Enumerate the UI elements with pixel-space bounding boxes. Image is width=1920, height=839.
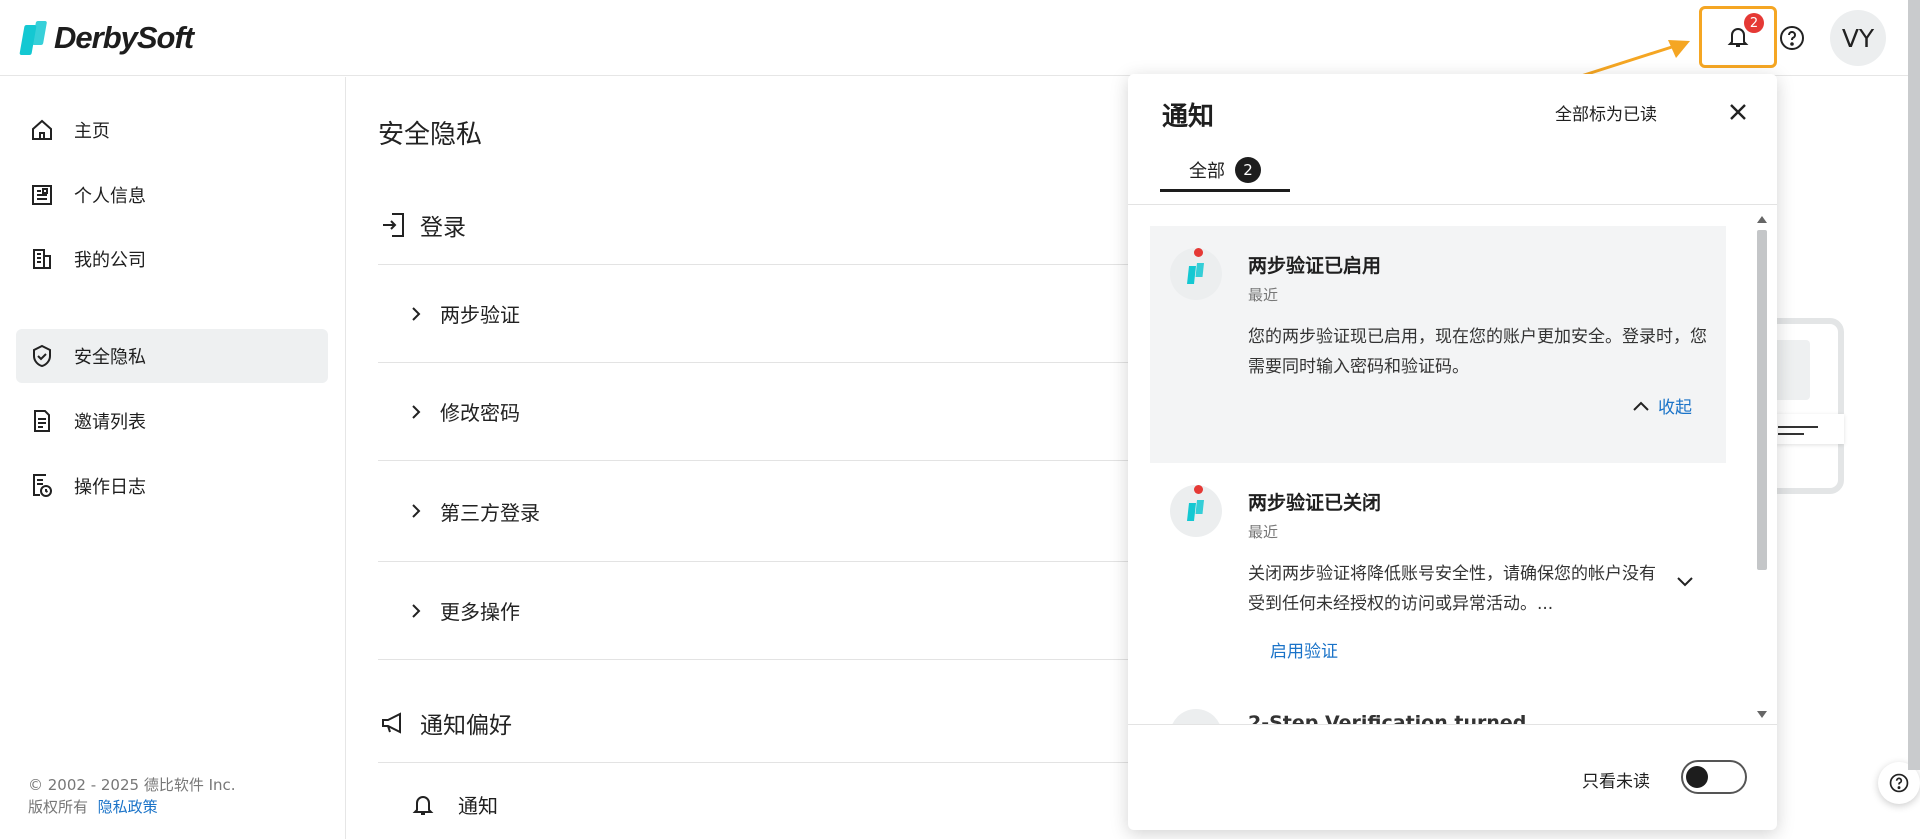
row-two-step-verification[interactable]: 两步验证 [378, 265, 1138, 363]
login-icon [383, 213, 404, 237]
home-icon [32, 119, 52, 140]
chevron-right-icon [412, 306, 421, 321]
panel-title: 通知 [1162, 102, 1215, 132]
brand-mark-icon [1187, 263, 1204, 284]
notify-section-header: 通知偏好 [380, 706, 512, 740]
sidebar-item-company[interactable]: 我的公司 [16, 232, 328, 286]
sidebar-item-label: 操作日志 [74, 477, 146, 498]
close-panel-button[interactable] [1727, 101, 1749, 123]
scroll-thumb[interactable] [1757, 230, 1767, 570]
notification-body: 关闭两步验证将降低账号安全性，请确保您的帐户没有受到任何未经授权的访问或异常活动… [1248, 564, 1656, 614]
notification-panel: 通知 全部标为已读 全部 2 两步验证已启用 最近 您的两步验证现已启用，现在您… [1128, 74, 1777, 830]
illustration-line [1778, 426, 1818, 428]
rights-text: 版权所有 [28, 798, 89, 816]
divider [378, 762, 1138, 763]
chevron-down-icon [1677, 577, 1693, 587]
row-notification-settings[interactable]: 通知 [412, 790, 498, 819]
tab-count-badge: 2 [1235, 156, 1261, 183]
sidebar-item-logs[interactable]: 操作日志 [16, 459, 328, 513]
collapse-label: 收起 [1658, 398, 1692, 418]
chevron-right-icon [412, 404, 421, 419]
unread-only-label: 只看未读 [1582, 772, 1650, 792]
chevron-up-icon [1633, 401, 1649, 411]
notification-title: 两步验证已启用 [1248, 255, 1382, 277]
sidebar-item-label: 邀请列表 [74, 412, 146, 433]
copyright-text: © 2002 - 2025 德比软件 Inc. [28, 776, 236, 794]
sidebar-item-security[interactable]: 安全隐私 [16, 329, 328, 383]
notify-section-title: 通知偏好 [420, 713, 512, 739]
brand-name: DerbySoft [54, 20, 194, 55]
bell-icon [412, 795, 434, 815]
row-label: 修改密码 [440, 401, 520, 425]
sidebar-item-profile[interactable]: 个人信息 [16, 168, 328, 222]
notification-time: 最近 [1248, 523, 1279, 541]
shield-check-icon [33, 344, 51, 368]
row-third-party-login[interactable]: 第三方登录 [378, 461, 1138, 562]
sidebar-item-label: 主页 [74, 121, 110, 142]
document-list-icon [34, 410, 50, 432]
notification-avatar [1170, 709, 1222, 724]
row-label: 更多操作 [440, 600, 520, 624]
question-circle-icon [1780, 26, 1804, 50]
sidebar-item-label: 我的公司 [74, 250, 146, 271]
user-avatar[interactable]: VY [1830, 10, 1886, 66]
chevron-right-icon [412, 603, 421, 618]
illustration-line [1778, 433, 1804, 435]
scroll-down-arrow-icon[interactable] [1757, 711, 1767, 718]
notification-item[interactable]: 两步验证已启用 最近 您的两步验证现已启用，现在您的账户更加安全。登录时，您需要… [1150, 226, 1726, 463]
notification-list: 两步验证已启用 最近 您的两步验证现已启用，现在您的账户更加安全。登录时，您需要… [1150, 226, 1730, 724]
toggle-knob [1686, 766, 1708, 788]
tab-all[interactable]: 全部 2 [1160, 150, 1290, 192]
sidebar-item-label: 个人信息 [74, 186, 146, 207]
notification-title: 2-Step Verification turned... [1248, 712, 1549, 724]
megaphone-icon [382, 712, 401, 734]
derbysoft-logo[interactable]: DerbySoft [19, 20, 194, 56]
row-more-actions[interactable]: 更多操作 [378, 562, 1138, 660]
login-section-title: 登录 [420, 215, 466, 241]
notification-item[interactable]: 2-Step Verification turned... [1150, 693, 1726, 724]
notification-title: 两步验证已关闭 [1248, 492, 1382, 514]
close-icon [1730, 104, 1746, 120]
brand-mark-icon [1187, 500, 1204, 521]
row-change-password[interactable]: 修改密码 [378, 363, 1138, 461]
unread-dot [1194, 248, 1203, 257]
unread-only-toggle[interactable] [1681, 760, 1747, 794]
notification-count-badge: 2 [1744, 13, 1764, 33]
log-clock-icon [33, 474, 52, 497]
sidebar-item-invitations[interactable]: 邀请列表 [16, 394, 328, 448]
page-scrollbar[interactable] [1908, 0, 1920, 770]
chevron-right-icon [412, 504, 421, 518]
brand-mark-icon [19, 21, 48, 55]
sidebar: 主页 个人信息 我的公司 安全隐私 邀请列表 操作日志 © 2002 - 202… [0, 77, 346, 839]
notification-body: 您的两步验证现已启用，现在您的账户更加安全。登录时，您需要同时输入密码和验证码。 [1248, 327, 1707, 377]
building-icon [33, 249, 51, 269]
help-button[interactable] [1778, 24, 1806, 52]
login-section-header: 登录 [380, 208, 466, 242]
notification-time: 最近 [1248, 286, 1279, 304]
row-label: 通知 [458, 794, 498, 818]
profile-card-icon [32, 185, 52, 205]
mark-all-read-button[interactable]: 全部标为已读 [1555, 100, 1657, 125]
question-circle-icon [1889, 773, 1909, 793]
sidebar-item-home[interactable]: 主页 [16, 103, 328, 157]
panel-scrollbar[interactable] [1753, 212, 1771, 722]
notification-bell-button[interactable]: 2 [1699, 6, 1777, 68]
expand-button[interactable] [1676, 573, 1694, 592]
unread-dot [1194, 485, 1203, 494]
illustration-card [1776, 414, 1844, 444]
sidebar-footer: © 2002 - 2025 德比软件 Inc. 版权所有 隐私政策 [28, 774, 236, 818]
page-title: 安全隐私 [378, 120, 483, 150]
notification-item[interactable]: 两步验证已关闭 最近 关闭两步验证将降低账号安全性，请确保您的帐户没有受到任何未… [1150, 463, 1726, 693]
privacy-policy-link[interactable]: 隐私政策 [98, 798, 158, 816]
row-label: 两步验证 [440, 303, 520, 327]
collapse-button[interactable]: 收起 [1632, 393, 1692, 418]
tab-label: 全部 [1189, 160, 1225, 182]
row-label: 第三方登录 [440, 500, 540, 525]
tabs-divider [1128, 204, 1777, 205]
panel-footer-divider [1128, 724, 1777, 725]
enable-verification-link[interactable]: 启用验证 [1270, 637, 1338, 662]
scroll-up-arrow-icon[interactable] [1757, 216, 1767, 223]
sidebar-item-label: 安全隐私 [74, 347, 146, 368]
